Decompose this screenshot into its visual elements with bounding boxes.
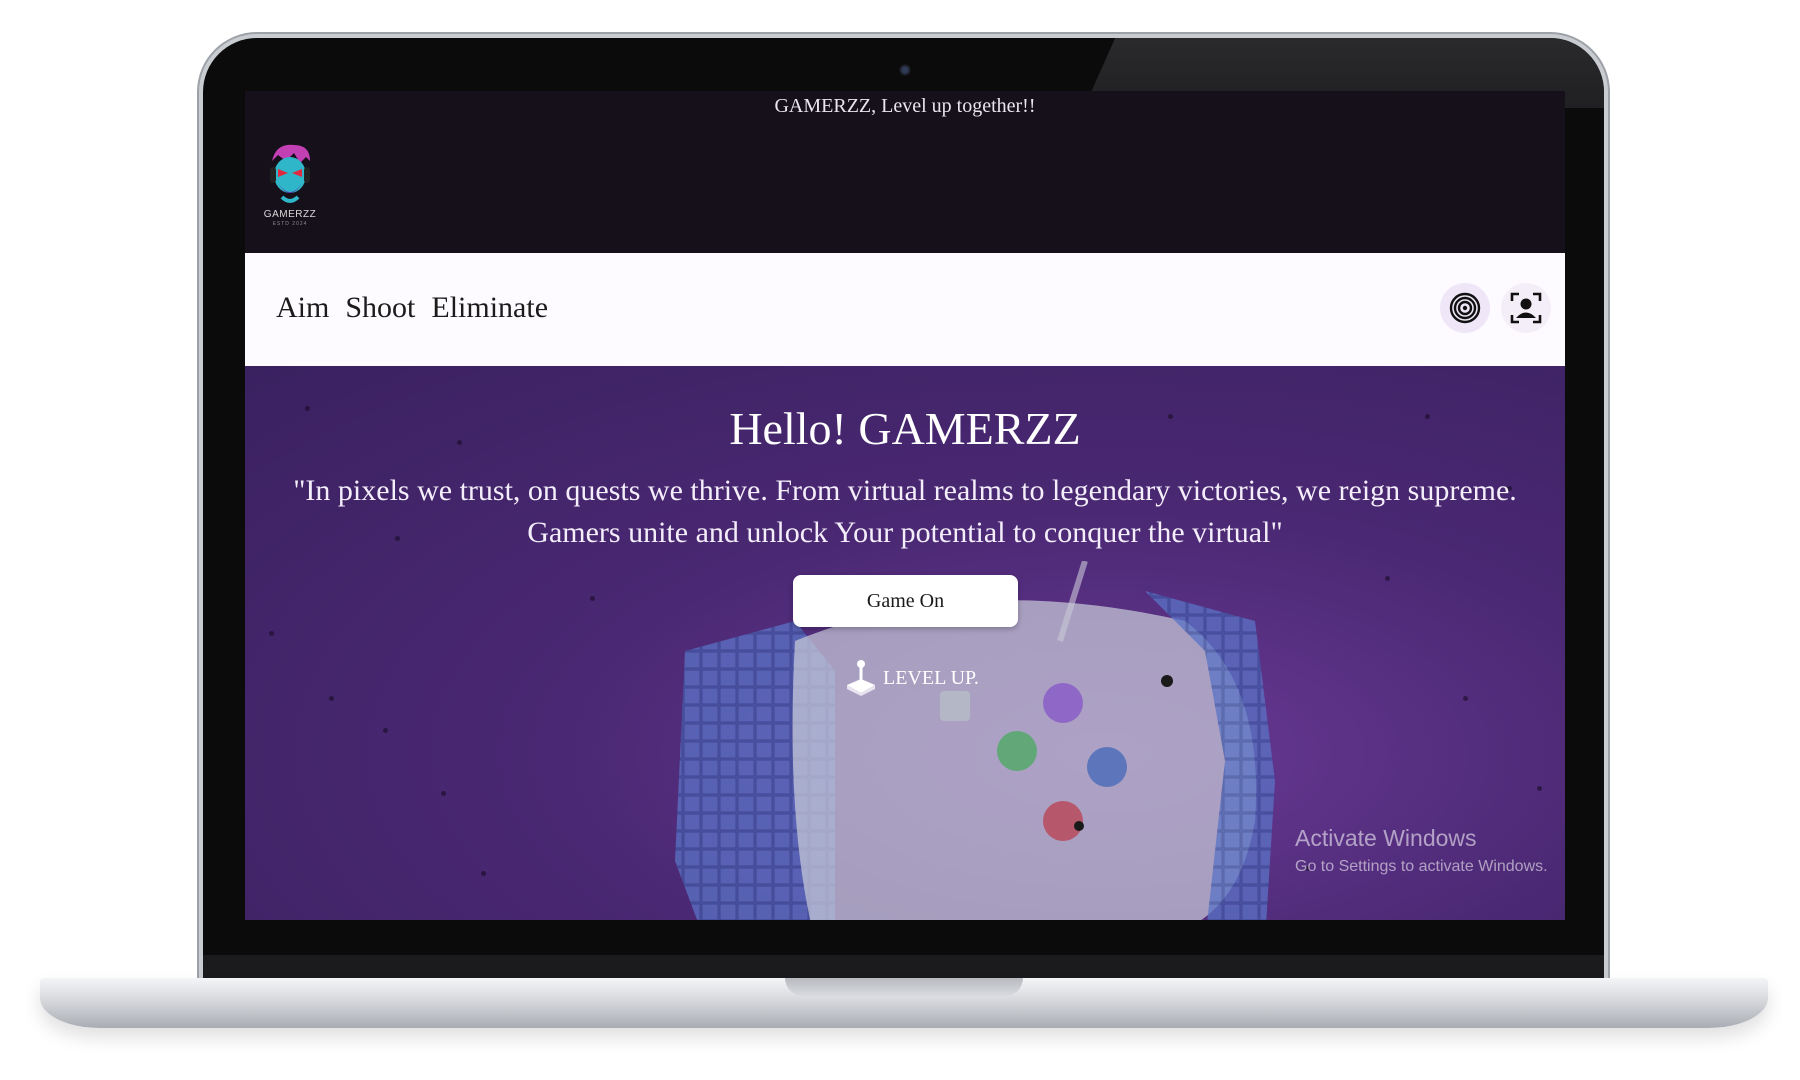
activate-windows-watermark: Activate Windows Go to Settings to activ… [1295, 825, 1548, 876]
logo-text: GAMERZZ [263, 209, 317, 220]
nav-link-aim[interactable]: Aim [276, 291, 329, 325]
watermark-subtitle: Go to Settings to activate Windows. [1295, 858, 1548, 875]
watermark-title: Activate Windows [1295, 825, 1477, 851]
profile-button[interactable] [1501, 283, 1551, 333]
laptop-base-notch [785, 978, 1023, 996]
game-on-button[interactable]: Game On [793, 575, 1018, 627]
joystick-icon [847, 660, 875, 696]
fingerprint-button[interactable] [1440, 283, 1490, 333]
camera-icon [899, 64, 911, 76]
logo-subtext: ESTD 2024 [272, 221, 308, 227]
top-banner: GAMERZZ, Level up together!! GAMERZZ EST… [245, 91, 1565, 253]
fingerprint-icon [1449, 292, 1481, 324]
site-logo[interactable]: GAMERZZ ESTD 2024 [260, 139, 320, 231]
screen: GAMERZZ, Level up together!! GAMERZZ EST… [245, 91, 1565, 920]
hero-title: Hello! GAMERZZ [729, 403, 1081, 454]
nav-link-shoot[interactable]: Shoot [345, 291, 415, 325]
hero-section: Hello! GAMERZZ "In pixels we trust, on q… [245, 366, 1565, 920]
laptop-bezel-bottom [203, 955, 1604, 979]
laptop-base [40, 978, 1768, 1028]
hero-quote: "In pixels we trust, on quests we thrive… [293, 474, 1517, 549]
gamer-mascot-icon [270, 144, 310, 203]
navbar: Aim Shoot Eliminate [245, 253, 1565, 366]
profile-scan-icon [1510, 292, 1542, 324]
nav-link-eliminate[interactable]: Eliminate [431, 291, 548, 325]
nav-links: Aim Shoot Eliminate [276, 291, 548, 325]
level-up-link[interactable]: LEVEL UP. [845, 659, 979, 697]
level-up-label: LEVEL UP. [883, 666, 979, 689]
site-tagline: GAMERZZ, Level up together!! [774, 95, 1036, 117]
